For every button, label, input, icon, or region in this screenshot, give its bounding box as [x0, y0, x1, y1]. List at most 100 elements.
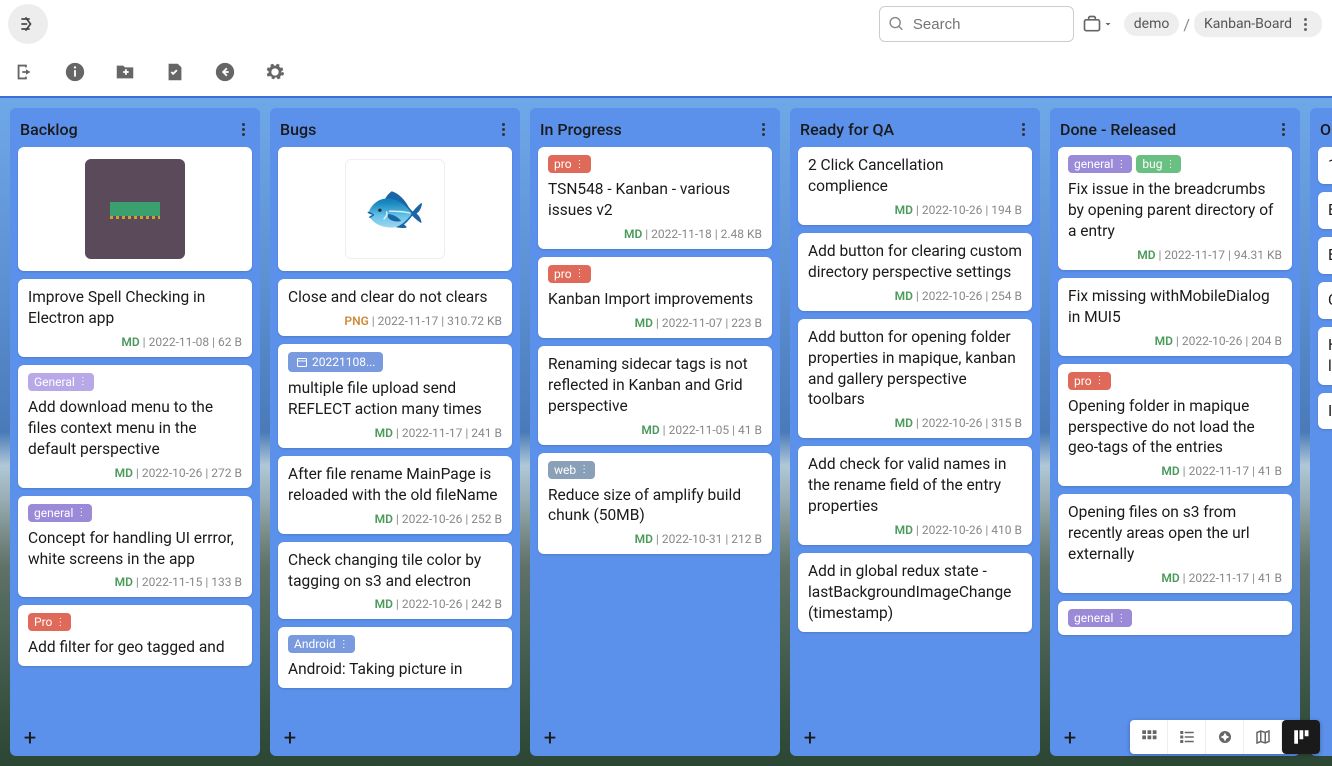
kanban-card[interactable]: pro⋮Kanban Import improvementsMD | 2022-… — [538, 257, 772, 338]
add-card-button[interactable]: + — [538, 726, 562, 750]
grid-perspective-icon[interactable] — [1130, 720, 1168, 754]
column-title: In Progress — [540, 120, 622, 139]
kanban-card[interactable]: Check changing tile color by tagging on … — [278, 542, 512, 620]
column-body: general⋮bug⋮Fix issue in the breadcrumbs… — [1050, 147, 1300, 720]
column-header[interactable]: In Progress — [530, 108, 780, 147]
kanban-card[interactable] — [18, 147, 252, 271]
card-tags: pro⋮ — [1068, 372, 1282, 390]
tag-general[interactable]: general⋮ — [1068, 155, 1132, 173]
task-file-icon[interactable] — [164, 61, 186, 83]
breadcrumb-current[interactable]: Kanban-Board — [1194, 11, 1322, 37]
exit-icon[interactable] — [14, 61, 36, 83]
kanban-card[interactable]: C — [1318, 282, 1332, 319]
kanban-card[interactable]: 20221108... multiple file upload send REF… — [278, 344, 512, 448]
kanban-card[interactable]: pro⋮Opening folder in mapique perspectiv… — [1058, 364, 1292, 487]
column-menu-icon[interactable] — [1276, 121, 1290, 139]
add-card-button[interactable]: + — [1058, 726, 1082, 750]
kanban-column: In Progress pro⋮TSN548 - Kanban - various… — [530, 108, 780, 756]
tag-pro[interactable]: Pro⋮ — [28, 613, 71, 631]
card-meta: MD | 2022-10-26 | 410 B — [808, 523, 1022, 537]
column-menu-icon[interactable] — [756, 121, 770, 139]
column-header[interactable]: Ready for QA — [790, 108, 1040, 147]
info-icon[interactable] — [64, 61, 86, 83]
card-meta: MD | 2022-11-15 | 133 B — [28, 575, 242, 589]
card-title: Add button for clearing custom directory… — [808, 241, 1022, 283]
kanban-card[interactable]: I — [1318, 393, 1332, 430]
tag-pro[interactable]: pro⋮ — [548, 265, 591, 283]
search-box[interactable] — [879, 6, 1074, 42]
column-menu-icon[interactable] — [1016, 121, 1030, 139]
new-folder-icon[interactable] — [114, 61, 136, 83]
gear-icon[interactable] — [264, 61, 286, 83]
date-tag[interactable]: 20221108... — [288, 352, 383, 372]
card-title: multiple file upload send REFLECT action… — [288, 378, 502, 420]
location-chooser[interactable] — [1082, 14, 1114, 34]
kanban-card[interactable]: After file rename MainPage is reloaded w… — [278, 456, 512, 534]
add-card-button[interactable]: + — [798, 726, 822, 750]
kanban-column: O1EECH liI — [1310, 108, 1332, 756]
kanban-card[interactable]: Add button for opening folder properties… — [798, 319, 1032, 439]
kanban-card[interactable]: Opening files on s3 from recently areas … — [1058, 494, 1292, 593]
breadcrumb-menu-icon[interactable] — [1298, 15, 1312, 33]
kanban-card[interactable]: 2 Click Cancellation complienceMD | 2022… — [798, 147, 1032, 225]
add-card-button[interactable]: + — [18, 726, 42, 750]
kanban-column: Done - Releasedgeneral⋮bug⋮Fix issue in … — [1050, 108, 1300, 756]
column-header[interactable]: Bugs — [270, 108, 520, 147]
kanban-card[interactable]: General⋮Add download menu to the files c… — [18, 365, 252, 488]
list-perspective-icon[interactable] — [1168, 720, 1206, 754]
menu-toggle-button[interactable] — [8, 4, 48, 44]
card-meta: MD | 2022-10-31 | 212 B — [548, 532, 762, 546]
kanban-card[interactable]: Close and clear do not clearsPNG | 2022-… — [278, 279, 512, 336]
card-title: Renaming sidecar tags is not reflected i… — [548, 354, 762, 417]
tag-android[interactable]: Android⋮ — [288, 635, 355, 653]
tag-bug[interactable]: bug⋮ — [1136, 155, 1181, 173]
column-menu-icon[interactable] — [496, 121, 510, 139]
kanban-card[interactable]: Add button for clearing custom directory… — [798, 233, 1032, 311]
kanban-card[interactable]: web⋮ Reduce size of amplify build chunk (… — [538, 453, 772, 555]
card-meta: MD | 2022-11-18 | 2.48 KB — [548, 227, 762, 241]
tag-general[interactable]: General⋮ — [28, 373, 94, 391]
kanban-card[interactable]: E — [1318, 192, 1332, 229]
kanban-card[interactable]: Fix missing withMobileDialog in MUI5MD |… — [1058, 278, 1292, 356]
kanban-card[interactable]: Pro⋮Add filter for geo tagged and — [18, 605, 252, 666]
kanban-column: Bugs🐟 Close and clear do not clearsPNG | … — [270, 108, 520, 756]
gallery-perspective-icon[interactable] — [1206, 720, 1244, 754]
card-title: Check changing tile color by tagging on … — [288, 550, 502, 592]
card-tags: general⋮ — [28, 504, 242, 522]
card-meta: MD | 2022-10-26 | 272 B — [28, 466, 242, 480]
tag-web[interactable]: web⋮ — [548, 461, 595, 479]
column-header[interactable]: Done - Released — [1050, 108, 1300, 147]
kanban-card[interactable]: Android⋮Android: Taking picture in — [278, 627, 512, 688]
tag-pro[interactable]: pro⋮ — [1068, 372, 1111, 390]
kanban-card[interactable]: Renaming sidecar tags is not reflected i… — [538, 346, 772, 445]
kanban-card[interactable]: E — [1318, 237, 1332, 274]
card-meta: MD | 2022-11-17 | 41 B — [1068, 464, 1282, 478]
mapique-perspective-icon[interactable] — [1244, 720, 1282, 754]
column-header[interactable]: O — [1310, 108, 1332, 147]
column-header[interactable]: Backlog — [10, 108, 260, 147]
column-footer: + — [790, 720, 1040, 756]
kanban-card[interactable]: Add in global redux state - lastBackgrou… — [798, 553, 1032, 632]
board-area: Backlog Improve Spell Checking in Electro… — [0, 96, 1332, 766]
kanban-card[interactable]: Add check for valid names in the rename … — [798, 446, 1032, 545]
breadcrumb-root[interactable]: demo — [1124, 12, 1180, 36]
kanban-card[interactable]: general⋮ — [1058, 601, 1292, 635]
kanban-card[interactable]: H li — [1318, 327, 1332, 385]
kanban-perspective-icon[interactable] — [1282, 720, 1320, 754]
kanban-card[interactable]: Improve Spell Checking in Electron appMD… — [18, 279, 252, 357]
card-title: Reduce size of amplify build chunk (50MB… — [548, 485, 762, 527]
import-icon[interactable] — [214, 61, 236, 83]
search-input[interactable] — [913, 16, 1065, 33]
kanban-card[interactable]: general⋮bug⋮Fix issue in the breadcrumbs… — [1058, 147, 1292, 270]
tag-pro[interactable]: pro⋮ — [548, 155, 591, 173]
kanban-card[interactable]: pro⋮TSN548 - Kanban - various issues v2M… — [538, 147, 772, 249]
kanban-card[interactable]: general⋮ Concept for handling UI errror, … — [18, 496, 252, 598]
tag-general[interactable]: general⋮ — [1068, 609, 1132, 627]
column-menu-icon[interactable] — [236, 121, 250, 139]
card-meta: MD | 2022-10-26 | 204 B — [1068, 334, 1282, 348]
card-title: Concept for handling UI errror, white sc… — [28, 528, 242, 570]
kanban-card[interactable]: 1 — [1318, 147, 1332, 184]
kanban-card[interactable]: 🐟 — [278, 147, 512, 271]
tag-general[interactable]: general⋮ — [28, 504, 92, 522]
add-card-button[interactable]: + — [278, 726, 302, 750]
